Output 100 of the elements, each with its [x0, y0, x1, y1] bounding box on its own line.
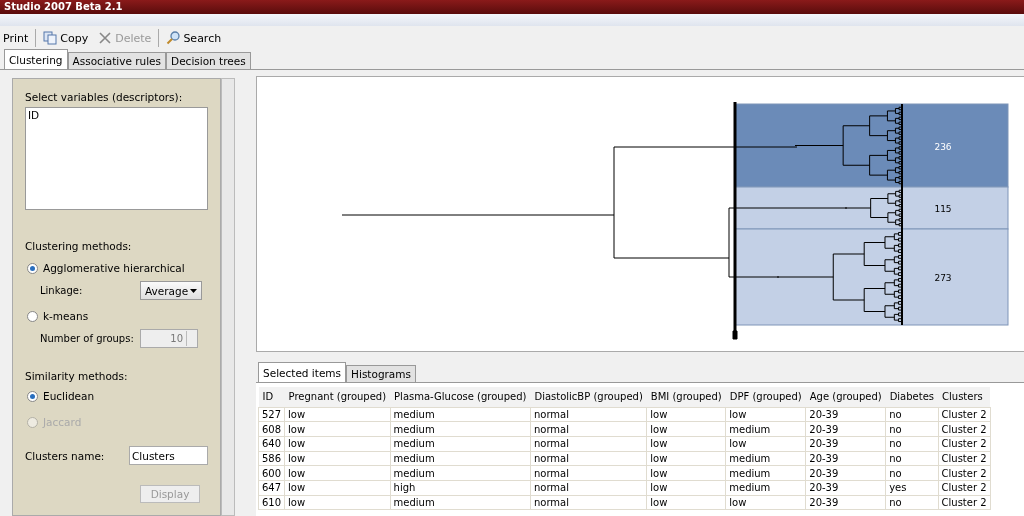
table-cell: 610 — [258, 495, 285, 510]
table-cell: low — [646, 495, 726, 510]
toolbar-button[interactable]: Search — [163, 29, 225, 47]
table-cell: no — [885, 451, 939, 466]
table-cell: low — [284, 480, 391, 496]
table-cell: low — [284, 407, 391, 422]
table-cell: low — [646, 465, 726, 481]
table-cell: medium — [725, 451, 806, 466]
table-cell: normal — [530, 436, 647, 452]
table-cell: medium — [390, 436, 531, 452]
table-cell: normal — [530, 480, 647, 496]
section-label: Similarity methods: — [25, 370, 129, 383]
field-label: Linkage: — [40, 285, 84, 297]
table-cell: medium — [725, 465, 806, 481]
tab[interactable]: Histograms — [346, 365, 416, 382]
table-cell: 608 — [258, 421, 285, 437]
table-cell: medium — [725, 421, 806, 437]
column-header[interactable]: BMI (grouped) — [646, 387, 726, 407]
cluster-region[interactable] — [734, 186, 1009, 230]
column-header[interactable]: DPF (grouped) — [725, 387, 806, 407]
caret-icon — [190, 288, 197, 293]
radio-label: k-means — [43, 310, 89, 323]
tab[interactable]: Associative rules — [67, 52, 167, 69]
table-cell: medium — [390, 407, 531, 422]
table-cell: medium — [390, 421, 531, 437]
table-cell: Cluster 2 — [938, 407, 991, 422]
cluster-region[interactable] — [734, 228, 1009, 326]
field-label: Number of groups: — [40, 333, 135, 345]
table-cell: low — [646, 436, 726, 452]
column-header[interactable]: Plasma-Glucose (grouped) — [390, 387, 531, 407]
field-label: Clusters name: — [25, 449, 106, 462]
table-cell: medium — [390, 465, 531, 481]
radio-button[interactable] — [27, 310, 38, 322]
table-cell: Cluster 2 — [938, 421, 991, 437]
toolbar-button[interactable]: Print — [0, 29, 32, 47]
table-cell: low — [284, 421, 391, 437]
table-cell: 20-39 — [805, 495, 886, 510]
table-cell: normal — [530, 407, 647, 422]
table-cell: low — [284, 436, 391, 452]
column-header[interactable]: Clusters — [938, 387, 991, 407]
cluster-region[interactable] — [734, 103, 1009, 188]
close-icon — [98, 31, 113, 45]
list-item[interactable]: ID — [28, 109, 205, 121]
clusters-name-field[interactable]: Clusters — [129, 446, 208, 466]
cluster-count: 236 — [934, 141, 952, 152]
table-cell: no — [885, 495, 939, 510]
table-cell: low — [646, 421, 726, 437]
radio-label: Euclidean — [43, 390, 95, 403]
radio-button[interactable] — [27, 262, 38, 274]
table-cell: normal — [530, 421, 647, 437]
table-cell: no — [885, 407, 939, 422]
table-cell: Cluster 2 — [938, 436, 991, 452]
table-cell: normal — [530, 451, 647, 466]
linkage-dropdown[interactable]: Average — [140, 281, 202, 301]
table-cell: 527 — [258, 407, 285, 422]
table-cell: no — [885, 465, 939, 481]
section-label: Clustering methods: — [25, 240, 133, 253]
column-header[interactable]: Diabetes — [885, 387, 939, 407]
table-cell: low — [284, 495, 391, 510]
table-cell: Cluster 2 — [938, 495, 991, 510]
toolbar-button[interactable]: Copy — [40, 29, 92, 47]
copy-icon — [43, 31, 58, 45]
table-cell: no — [885, 436, 939, 452]
table-cell: low — [646, 407, 726, 422]
table-cell: 20-39 — [805, 407, 886, 422]
table-cell: 600 — [258, 465, 285, 481]
table-cell: medium — [725, 480, 806, 496]
table-cell: 586 — [258, 451, 285, 466]
radio-label: Agglomerative hierarchical — [43, 262, 185, 275]
tab[interactable]: Clustering — [4, 49, 68, 69]
tab[interactable]: Decision trees — [166, 52, 251, 69]
table-cell: 20-39 — [805, 436, 886, 452]
table-cell: 20-39 — [805, 451, 886, 466]
scrollbar[interactable] — [221, 78, 235, 516]
radio-button[interactable] — [27, 390, 38, 402]
table-cell: normal — [530, 495, 647, 510]
table-cell: low — [284, 465, 391, 481]
table-cell: yes — [885, 480, 939, 496]
column-header[interactable]: DiastolicBP (grouped) — [530, 387, 647, 407]
table-cell: 20-39 — [805, 465, 886, 481]
table-cell: low — [725, 436, 806, 452]
table-cell: high — [390, 480, 531, 496]
table-cell: medium — [390, 451, 531, 466]
column-header[interactable]: Age (grouped) — [805, 387, 886, 407]
column-header[interactable]: Pregnant (grouped) — [284, 387, 391, 407]
cluster-count: 273 — [934, 273, 952, 283]
table-cell: low — [646, 480, 726, 496]
table-cell: 640 — [258, 436, 285, 452]
search-icon — [166, 31, 181, 45]
column-header[interactable]: ID — [258, 387, 285, 407]
cluster-count: 115 — [934, 204, 952, 214]
table-cell: 20-39 — [805, 421, 886, 437]
tab[interactable]: Selected items — [258, 362, 347, 382]
section-label: Select variables (descriptors): — [25, 91, 184, 103]
variables-list[interactable]: ID — [25, 107, 208, 211]
table-cell: low — [284, 451, 391, 466]
table-cell: Cluster 2 — [938, 480, 991, 496]
table-cell: 647 — [258, 480, 285, 496]
table-cell: Cluster 2 — [938, 465, 991, 481]
table-cell: low — [725, 495, 806, 510]
